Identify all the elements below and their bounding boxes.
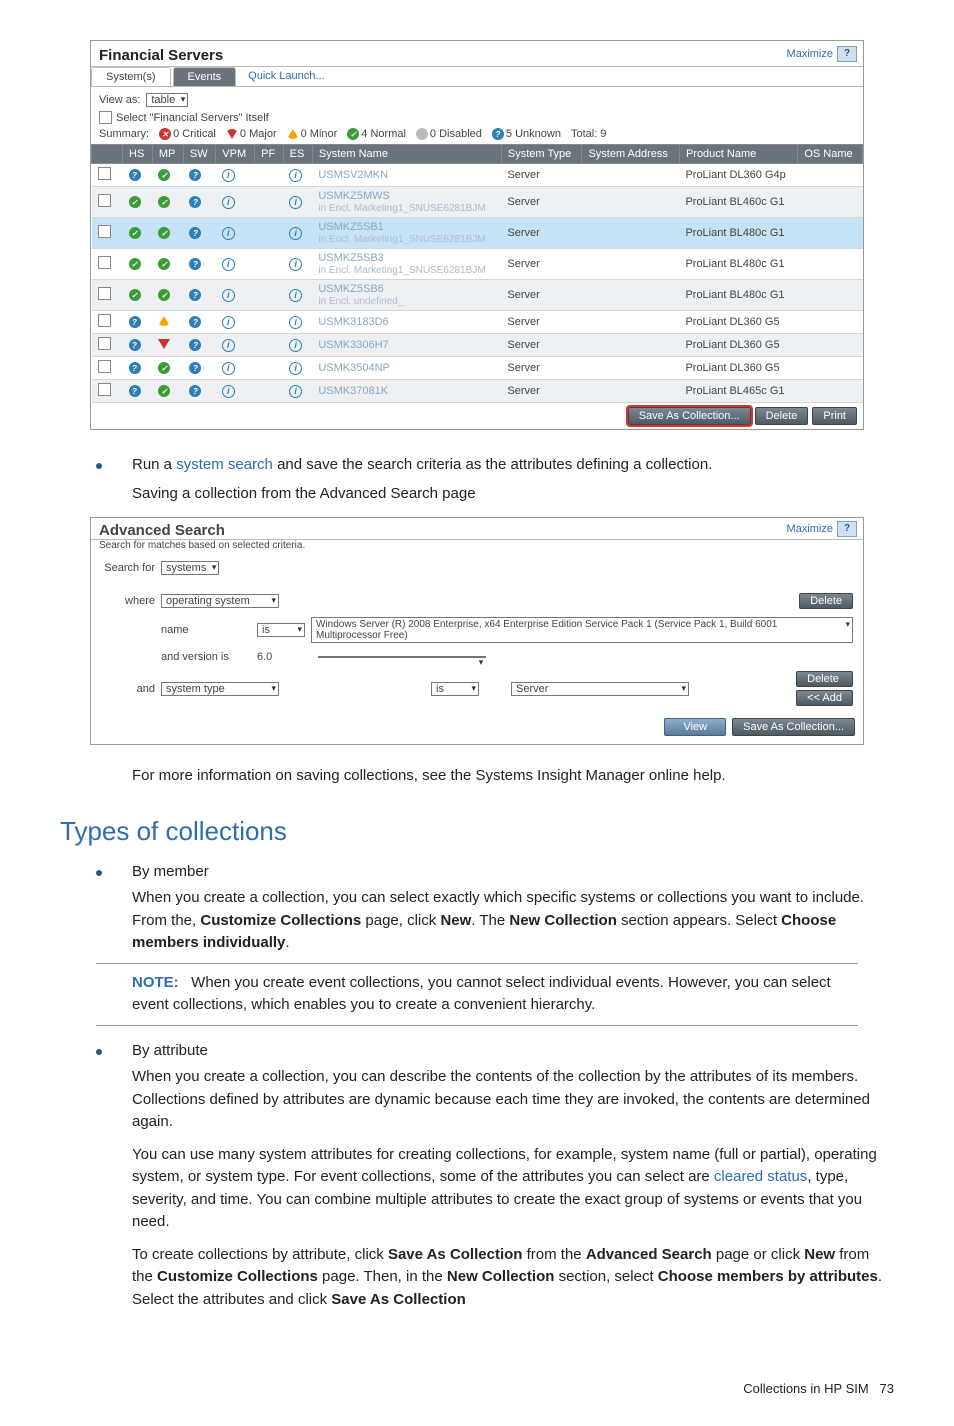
summary-total: Total: 9 — [571, 128, 606, 140]
cleared-status-link[interactable]: cleared status — [714, 1168, 807, 1185]
adv-help-icon[interactable]: ? — [837, 521, 857, 537]
col-system-name[interactable]: System Name — [312, 145, 501, 164]
unknown-icon: ? — [492, 128, 504, 140]
col-system-type[interactable]: System Type — [501, 145, 582, 164]
bymember-para: When you create a collection, you can se… — [132, 887, 894, 955]
ver-select[interactable] — [318, 656, 486, 658]
row-checkbox[interactable] — [98, 194, 111, 207]
page-footer: Collections in HP SIM 73 — [60, 1381, 894, 1396]
attr1-select[interactable]: operating system — [161, 594, 279, 608]
andver-label: and version is — [161, 651, 251, 663]
view-button[interactable]: View — [664, 718, 726, 736]
add-button[interactable]: << Add — [796, 690, 853, 706]
tab-systems[interactable]: System(s) — [91, 67, 171, 86]
and-delete-button[interactable]: Delete — [796, 671, 853, 687]
where-delete-button[interactable]: Delete — [799, 593, 853, 609]
col-vpm[interactable]: VPM — [216, 145, 255, 164]
name-label: name — [161, 624, 251, 636]
delete-button[interactable]: Delete — [755, 407, 809, 425]
save-as-collection-button[interactable]: Save As Collection... — [628, 407, 751, 425]
types-heading: Types of collections — [60, 816, 894, 847]
table-row[interactable]: ✓✓?iiUSMKZ5MWSin Encl. Marketing1_SNUSE6… — [92, 187, 863, 218]
col-sw[interactable]: SW — [183, 145, 215, 164]
row-checkbox[interactable] — [98, 337, 111, 350]
financial-servers-screenshot: Financial Servers Maximize ? System(s) E… — [90, 40, 864, 430]
row-checkbox[interactable] — [98, 314, 111, 327]
critical-icon: ✕ — [159, 128, 171, 140]
bullet-icon — [96, 870, 102, 876]
ver-value: 6.0 — [257, 651, 272, 663]
help-icon[interactable]: ? — [837, 46, 857, 62]
select-itself-label: Select "Financial Servers" Itself — [116, 112, 269, 124]
adv-title: Advanced Search — [99, 522, 225, 539]
bullet-icon — [96, 1049, 102, 1055]
col-mp[interactable]: MP — [152, 145, 183, 164]
op1-select[interactable]: is — [257, 623, 305, 637]
quick-launch-link[interactable]: Quick Launch... — [238, 67, 334, 86]
more-info-text: For more information on saving collectio… — [132, 765, 894, 788]
minor-icon — [287, 129, 299, 139]
bullet-icon — [96, 463, 102, 469]
op2-select[interactable]: is — [431, 682, 479, 696]
advanced-search-screenshot: Advanced Search Maximize ? Search for ma… — [90, 517, 864, 745]
summary-label: Summary: — [99, 128, 149, 140]
table-row[interactable]: ?✓?iiUSMSV2MKNServerProLiant DL360 G4p — [92, 164, 863, 187]
disabled-icon — [416, 128, 428, 140]
server-select[interactable]: Server — [511, 682, 689, 696]
col-system-address[interactable]: System Address — [582, 145, 680, 164]
bymember-label: By member — [132, 861, 209, 884]
table-row[interactable]: ?✓?iiUSMK3504NPServerProLiant DL360 G5 — [92, 357, 863, 380]
row-checkbox[interactable] — [98, 167, 111, 180]
table-row[interactable]: ??iiUSMK3306H7ServerProLiant DL360 G5 — [92, 334, 863, 357]
row-checkbox[interactable] — [98, 383, 111, 396]
col-product-name[interactable]: Product Name — [679, 145, 797, 164]
adv-subtitle: Search for matches based on selected cri… — [91, 540, 863, 557]
row-checkbox[interactable] — [98, 287, 111, 300]
row-checkbox[interactable] — [98, 225, 111, 238]
searchfor-select[interactable]: systems — [161, 561, 219, 575]
table-row[interactable]: ??iiUSMK3183D6ServerProLiant DL360 G5 — [92, 311, 863, 334]
select-itself-checkbox[interactable] — [99, 111, 112, 124]
maximize-link[interactable]: Maximize — [787, 48, 833, 60]
byattr-label: By attribute — [132, 1040, 208, 1063]
normal-icon: ✓ — [347, 128, 359, 140]
servers-table: HSMPSWVPMPFESSystem NameSystem TypeSyste… — [91, 144, 863, 403]
print-button[interactable]: Print — [812, 407, 857, 425]
col-pf[interactable]: PF — [255, 145, 284, 164]
byattr-p1: When you create a collection, you can de… — [132, 1066, 894, 1134]
fs-title: Financial Servers — [91, 41, 231, 66]
row-checkbox[interactable] — [98, 360, 111, 373]
tab-events[interactable]: Events — [173, 67, 237, 86]
viewas-select[interactable]: table — [146, 93, 188, 107]
byattr-p3: To create collections by attribute, clic… — [132, 1244, 894, 1312]
table-row[interactable]: ?✓?iiUSMK37081KServerProLiant BL465c G1 — [92, 380, 863, 403]
and-label: and — [101, 683, 155, 695]
adv-maximize-link[interactable]: Maximize — [787, 523, 833, 535]
attr2-select[interactable]: system type — [161, 682, 279, 696]
os-value-select[interactable]: Windows Server (R) 2008 Enterprise, x64 … — [311, 617, 853, 643]
saving-caption: Saving a collection from the Advanced Se… — [132, 483, 894, 506]
table-row[interactable]: ✓✓?iiUSMKZ5SB3in Encl. Marketing1_SNUSE6… — [92, 249, 863, 280]
system-search-link[interactable]: system search — [176, 456, 273, 473]
major-icon — [226, 129, 238, 139]
where-label: where — [101, 595, 155, 607]
table-row[interactable]: ✓✓?iiUSMKZ5SB1in Encl. Marketing1_SNUSE6… — [92, 218, 863, 249]
bullet-system-search: Run a system search and save the search … — [132, 454, 712, 477]
table-row[interactable]: ✓✓?iiUSMKZ5SB6in Encl. undefined_ServerP… — [92, 280, 863, 311]
searchfor-label: Search for — [101, 562, 155, 574]
col-os-name[interactable]: OS Name — [798, 145, 863, 164]
note-block: NOTE: When you create event collections,… — [132, 972, 858, 1017]
viewas-label: View as: — [99, 94, 140, 106]
row-checkbox[interactable] — [98, 256, 111, 269]
byattr-p2: You can use many system attributes for c… — [132, 1144, 894, 1234]
col-hs[interactable]: HS — [123, 145, 153, 164]
adv-save-collection-button[interactable]: Save As Collection... — [732, 718, 855, 736]
col-es[interactable]: ES — [283, 145, 312, 164]
summary-row: Summary: ✕0 Critical 0 Major 0 Minor ✓4 … — [91, 126, 863, 144]
